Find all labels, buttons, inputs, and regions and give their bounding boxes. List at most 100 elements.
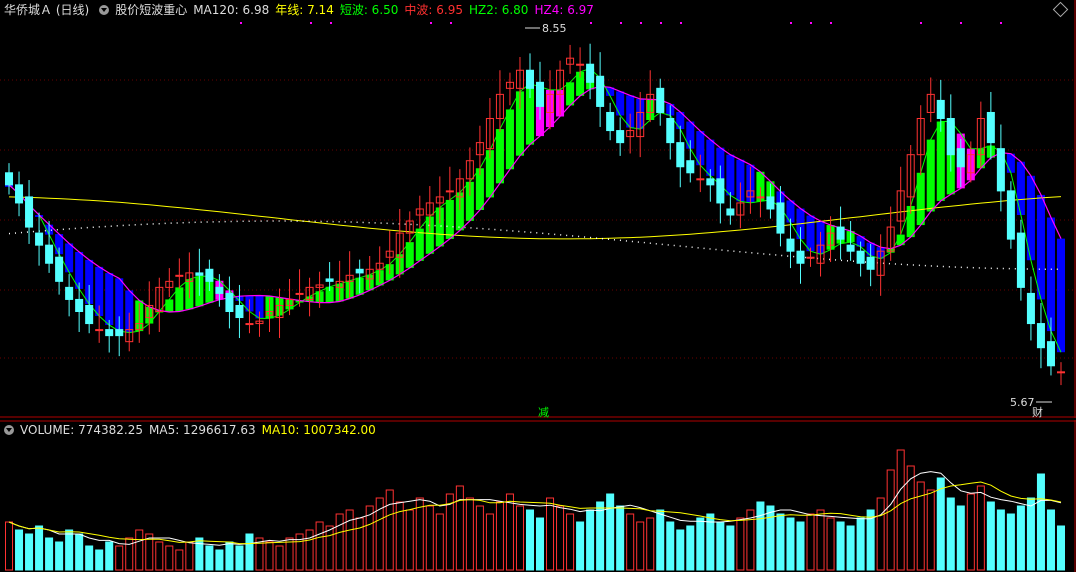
- signal-dot: [590, 22, 592, 24]
- candle-body: [576, 63, 585, 66]
- volume-bar: [465, 497, 474, 571]
- volume-bar: [5, 521, 14, 571]
- ribbon-bar: [445, 199, 454, 239]
- volume-ma5-line: [8, 471, 1062, 546]
- duanbo-value: 短波: 6.50: [339, 3, 399, 17]
- volume-bar: [896, 449, 905, 571]
- volume-bar: [596, 501, 605, 571]
- volume-bar: [175, 549, 184, 571]
- volume-bar: [716, 521, 725, 571]
- candle-body: [205, 268, 214, 282]
- hz4-line: [8, 85, 1062, 313]
- stock-name[interactable]: 华侨城Ａ (日线): [4, 0, 89, 20]
- volume-bar: [65, 529, 74, 571]
- volume-bar: [445, 493, 454, 571]
- ma120-value: MA120: 6.98: [193, 3, 270, 17]
- volume-bar: [756, 501, 765, 571]
- volume-bar: [95, 549, 104, 571]
- volume-bar: [736, 517, 745, 571]
- volume-bar: [536, 517, 545, 571]
- price-chart-panel[interactable]: 8.55 5.67 减 财 华侨城Ａ (日线) 股价短波重心 MA120: 6.98 …: [0, 0, 1076, 418]
- nianxian-value: 年线: 7.14: [275, 3, 334, 17]
- volume-dropdown-icon[interactable]: [4, 425, 14, 435]
- candle-body: [716, 178, 725, 204]
- dropdown-icon[interactable]: [99, 5, 110, 15]
- candle-body: [25, 196, 34, 228]
- volume-bar: [285, 537, 294, 571]
- candle-body: [295, 292, 304, 295]
- volume-chart-panel[interactable]: VOLUME: 774382.25 MA5: 1296617.63 MA10: …: [0, 420, 1076, 572]
- volume-bar: [626, 513, 635, 571]
- volume-header: VOLUME: 774382.25 MA5: 1296617.63 MA10: …: [0, 420, 382, 440]
- ribbon-bar: [495, 129, 504, 184]
- candle-body: [656, 87, 665, 113]
- candle-body: [1046, 341, 1055, 367]
- candle-body: [696, 178, 705, 181]
- volume-bar: [566, 513, 575, 571]
- volume-bar: [996, 509, 1005, 571]
- volume-bar: [345, 509, 354, 571]
- candle-body: [856, 250, 865, 264]
- ribbon-bar: [105, 273, 114, 326]
- ribbon-bar: [806, 215, 815, 252]
- volume-bar: [205, 545, 214, 571]
- signal-dot: [960, 22, 962, 24]
- candle-body: [175, 274, 184, 277]
- signal-dot: [240, 22, 242, 24]
- candle-body: [706, 178, 715, 186]
- candle-body: [996, 148, 1005, 192]
- signal-dot: [660, 22, 662, 24]
- candle-body: [606, 111, 615, 132]
- ribbon-bar: [726, 154, 735, 196]
- volume-bar: [606, 493, 615, 571]
- volume-bar: [105, 541, 114, 571]
- ribbon-bar: [1056, 238, 1065, 353]
- ribbon-bar: [415, 228, 424, 261]
- candle-body: [45, 244, 54, 264]
- volume-bar: [515, 505, 524, 571]
- signal-dot: [1000, 22, 1002, 24]
- volume-bar: [576, 521, 585, 571]
- volume-bar: [806, 513, 815, 571]
- ribbon-bar: [165, 299, 174, 313]
- volume-bar: [415, 497, 424, 571]
- volume-bar: [15, 529, 24, 571]
- indicator-name[interactable]: 股价短波重心: [115, 0, 187, 20]
- candle-body: [215, 286, 224, 294]
- volume-bar: [776, 513, 785, 571]
- volume-bar: [636, 521, 645, 571]
- signal-dot: [830, 22, 832, 24]
- volume-bar: [195, 537, 204, 571]
- volume-bar: [525, 509, 534, 571]
- candle-body: [676, 142, 685, 168]
- volume-bar: [275, 545, 284, 571]
- candle-body: [786, 238, 795, 252]
- volume-bar: [425, 505, 434, 571]
- candle-body: [986, 111, 995, 144]
- candle-body: [1016, 232, 1025, 288]
- candle-body: [65, 286, 74, 300]
- candle-body: [776, 202, 785, 234]
- volume-bar: [796, 521, 805, 571]
- volume-value: VOLUME: 774382.25: [20, 423, 143, 437]
- volume-bar: [315, 521, 324, 571]
- volume-bar: [846, 525, 855, 571]
- volume-bar: [235, 545, 244, 571]
- volume-chart: [0, 420, 1076, 572]
- candle-body: [355, 268, 364, 274]
- volume-bar: [335, 513, 344, 571]
- volume-bar: [726, 525, 735, 571]
- zhongbo-value: 中波: 6.95: [404, 3, 463, 17]
- volume-bar: [75, 533, 84, 571]
- volume-bar: [115, 545, 124, 571]
- volume-bar: [856, 517, 865, 571]
- ribbon-bar: [936, 121, 945, 201]
- volume-bar: [325, 525, 334, 571]
- volume-bar: [696, 517, 705, 571]
- volume-bar: [245, 533, 254, 571]
- volume-bar: [215, 549, 224, 571]
- price-chart: 8.55 5.67 减 财: [0, 0, 1076, 418]
- candle-body: [596, 75, 605, 107]
- volume-bar: [886, 469, 895, 571]
- volume-bar: [475, 505, 484, 571]
